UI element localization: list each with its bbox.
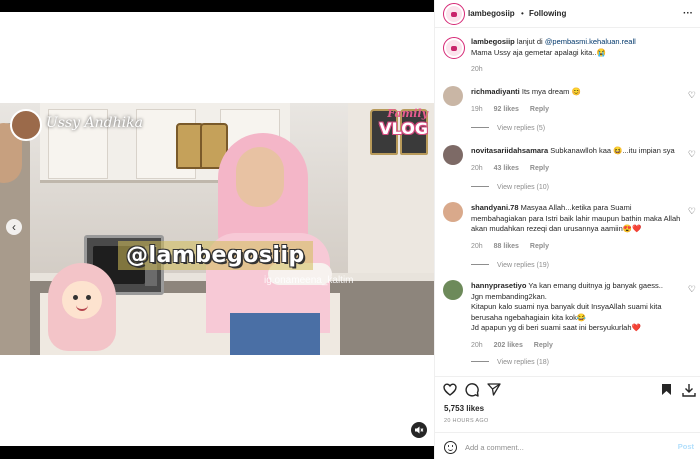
heart-icon[interactable]	[443, 383, 457, 396]
cartoon-sticker	[48, 263, 116, 351]
previous-arrow-icon[interactable]: ‹	[6, 219, 22, 235]
video-bottom-bar	[0, 446, 434, 459]
post-action-bar	[435, 376, 700, 398]
post-side-panel: lambegosiip • Following ··· lambegosiip …	[434, 0, 700, 459]
add-comment-bar: Post	[435, 432, 700, 459]
video-brand: Ussy Andhika	[10, 109, 143, 141]
vlog-logo: Family VLOG	[362, 107, 432, 147]
comment-time: 20h	[471, 242, 483, 250]
caption-time: 20h	[471, 66, 483, 73]
speaker-muted-icon	[415, 426, 424, 434]
caption-meta: 20h	[471, 66, 683, 73]
following-button[interactable]: Following	[529, 9, 566, 18]
caption-username[interactable]: lambegosiip	[471, 37, 515, 46]
comment-username[interactable]: hannyprasetiyo	[471, 281, 526, 290]
commenter-avatar[interactable]	[443, 202, 463, 222]
cartoon-face	[62, 281, 102, 319]
view-replies-button[interactable]: View replies (10)	[471, 184, 683, 191]
caption-avatar[interactable]	[443, 37, 465, 59]
brand-name: Ussy Andhika	[46, 115, 143, 131]
view-replies-button[interactable]: View replies (5)	[471, 125, 683, 132]
post-header: lambegosiip • Following ···	[435, 0, 700, 28]
reply-button[interactable]: Reply	[530, 243, 549, 250]
comment-meta: 19h 92 likes Reply	[471, 106, 683, 113]
comment-text-line: Jd apapun yg di beri suami saat ini bers…	[471, 323, 641, 332]
comment-time: 20h	[471, 164, 483, 172]
cartoon-mouth	[76, 305, 88, 311]
comment-text-line: Jgn membanding2kan.	[471, 291, 547, 301]
view-replies-button[interactable]: View replies (18)	[471, 359, 683, 366]
video-watermark: ig.onameena_kaltim	[264, 275, 354, 286]
comment-username[interactable]: richmadiyanti	[471, 87, 520, 96]
comment-text-line: richmadiyanti Its mya dream 😊	[471, 87, 683, 98]
header-separator: •	[521, 9, 524, 18]
comment-like-heart-icon[interactable]: ♡	[688, 149, 696, 160]
comment-text: Its mya dream 😊	[521, 87, 581, 96]
post-time-ago: 20 HOURS AGO	[444, 418, 489, 424]
comment-like-heart-icon[interactable]: ♡	[688, 90, 696, 101]
person-left	[0, 123, 30, 355]
bookmark-icon[interactable]	[661, 383, 672, 396]
comment-text: Subkanawlloh kaa 😆...itu impian sya	[550, 146, 675, 155]
comment-likes[interactable]: 88 likes	[494, 243, 519, 250]
comment-likes[interactable]: 202 likes	[494, 342, 523, 349]
video-frame[interactable]: Ussy Andhika Family VLOG ig.onameena_kal…	[0, 103, 434, 355]
comment-body: novitasariidahsamara Subkanawlloh kaa 😆.…	[471, 146, 683, 191]
comment-meta: 20h 43 likes Reply	[471, 165, 683, 172]
comment-body: richmadiyanti Its mya dream 😊 19h 92 lik…	[471, 87, 683, 132]
video-overlay-tag: @lambegosiip	[118, 241, 313, 270]
vlog-text: VLOG	[379, 119, 428, 138]
comment-meta: 20h 88 likes Reply	[471, 243, 683, 250]
caption-body: lambegosiip lanjut di @pembasmi.kehaluan…	[471, 37, 683, 73]
view-replies-button[interactable]: View replies (19)	[471, 262, 683, 269]
header-avatar[interactable]	[443, 3, 465, 25]
comment-text-line: novitasariidahsamara Subkanawlloh kaa 😆.…	[471, 146, 683, 157]
comment-icon[interactable]	[465, 383, 479, 397]
comment-meta: 20h 202 likes Reply	[471, 342, 683, 349]
caption-line-2: Mama Ussy aja gemetar apalagi kita..😭	[471, 47, 606, 57]
comment-username[interactable]: shandyani.78	[471, 203, 519, 212]
comment-time: 19h	[471, 105, 483, 113]
reply-button[interactable]: Reply	[530, 106, 549, 113]
caption-mention-link[interactable]: @pembasmi.kehaluan.reall	[545, 37, 636, 46]
person-jeans	[230, 313, 320, 355]
comment-likes[interactable]: 92 likes	[494, 106, 519, 113]
comment-text-line: shandyani.78 Masyaa Allah...ketika para …	[471, 203, 683, 235]
commenter-avatar[interactable]	[443, 280, 463, 300]
add-comment-input[interactable]	[465, 440, 655, 454]
comment-text: Ya kan emang duitnya jg banyak gaess..	[528, 281, 663, 290]
caption-text: lanjut di	[516, 37, 543, 46]
share-icon[interactable]	[487, 383, 501, 396]
more-horizontal-icon[interactable]: ···	[683, 8, 693, 19]
post-media: Ussy Andhika Family VLOG ig.onameena_kal…	[0, 0, 434, 459]
header-username[interactable]: lambegosiip	[468, 9, 515, 18]
comment-likes[interactable]: 43 likes	[494, 165, 519, 172]
post-likes-count[interactable]: 5,753 likes	[444, 404, 484, 413]
caption-line-1: lambegosiip lanjut di @pembasmi.kehaluan…	[471, 37, 683, 48]
comment-username[interactable]: novitasariidahsamara	[471, 146, 548, 155]
brand-avatar	[10, 109, 42, 141]
person-face	[236, 147, 284, 207]
comment-text-line: Kitapun kalo suami nya banyak duit Insya…	[471, 302, 662, 322]
comment-text-line: hannyprasetiyo Ya kan emang duitnya jg b…	[471, 281, 683, 292]
comment-body: shandyani.78 Masyaa Allah...ketika para …	[471, 203, 683, 269]
cartoon-eye	[73, 295, 78, 300]
cartoon-eye	[86, 295, 91, 300]
comment-like-heart-icon[interactable]: ♡	[688, 284, 696, 295]
commenter-avatar[interactable]	[443, 86, 463, 106]
comment-time: 20h	[471, 341, 483, 349]
post-comment-button[interactable]: Post	[678, 442, 694, 451]
reply-button[interactable]: Reply	[534, 342, 553, 349]
comment-body: hannyprasetiyo Ya kan emang duitnya jg b…	[471, 281, 683, 366]
download-icon[interactable]	[682, 383, 696, 397]
emoji-icon[interactable]	[444, 441, 457, 454]
reply-button[interactable]: Reply	[530, 165, 549, 172]
comment-like-heart-icon[interactable]: ♡	[688, 206, 696, 217]
commenter-avatar[interactable]	[443, 145, 463, 165]
video-top-bar	[0, 0, 434, 12]
mute-button[interactable]	[411, 422, 427, 438]
